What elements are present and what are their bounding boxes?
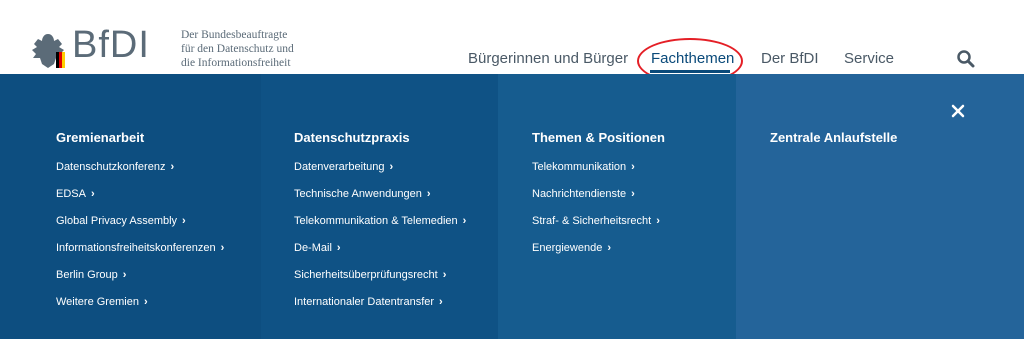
tagline-line: die Informationsfreiheit bbox=[181, 57, 291, 69]
tagline-line: für den Datenschutz und bbox=[181, 43, 294, 55]
menu-link[interactable]: Sicherheitsüberprüfungsrecht › bbox=[294, 269, 446, 281]
menu-link[interactable]: Technische Anwendungen › bbox=[294, 188, 431, 200]
nav-item-service[interactable]: Service bbox=[844, 50, 894, 67]
menu-link[interactable]: Berlin Group › bbox=[56, 269, 126, 281]
menu-link[interactable]: EDSA › bbox=[56, 188, 95, 200]
logo-wordmark: BfDI bbox=[72, 24, 150, 66]
menu-column-datenschutzpraxis: Datenschutzpraxis Datenverarbeitung › Tec… bbox=[261, 74, 498, 339]
menu-column-title[interactable]: Gremienarbeit bbox=[56, 130, 144, 145]
tagline-line: Der Bundesbeauftragte bbox=[181, 29, 288, 41]
menu-column-title[interactable]: Themen & Positionen bbox=[532, 130, 665, 145]
mega-menu: Gremienarbeit Datenschutzkonferenz › EDSA… bbox=[0, 74, 1024, 339]
menu-column-themen-positionen: Themen & Positionen Telekommunikation › N… bbox=[498, 74, 736, 339]
menu-link[interactable]: De-Mail › bbox=[294, 242, 341, 254]
federal-eagle-icon bbox=[32, 34, 65, 68]
nav-item-buergerinnen[interactable]: Bürgerinnen und Bürger bbox=[468, 50, 628, 67]
site-header: BfDI Der Bundesbeauftragte für den Daten… bbox=[0, 0, 1024, 84]
logo-tagline: Der Bundesbeauftragte für den Datenschut… bbox=[181, 28, 294, 70]
menu-link[interactable]: Internationaler Datentransfer › bbox=[294, 296, 443, 308]
menu-link[interactable]: Energiewende › bbox=[532, 242, 611, 254]
menu-link[interactable]: Weitere Gremien › bbox=[56, 296, 148, 308]
menu-link[interactable]: Global Privacy Assembly › bbox=[56, 215, 186, 227]
menu-link[interactable]: Datenschutzkonferenz › bbox=[56, 161, 174, 173]
menu-column-zentrale-anlaufstelle: Zentrale Anlaufstelle bbox=[736, 74, 1024, 339]
close-icon[interactable] bbox=[951, 104, 965, 118]
menu-link[interactable]: Informationsfreiheitskonferenzen › bbox=[56, 242, 224, 254]
menu-link[interactable]: Telekommunikation › bbox=[532, 161, 635, 173]
nav-item-der-bfdi[interactable]: Der BfDI bbox=[761, 50, 819, 67]
menu-column-title[interactable]: Datenschutzpraxis bbox=[294, 130, 410, 145]
menu-link[interactable]: Nachrichtendienste › bbox=[532, 188, 635, 200]
bfdi-logo[interactable]: BfDI bbox=[28, 24, 168, 70]
menu-link[interactable]: Telekommunikation & Telemedien › bbox=[294, 215, 466, 227]
menu-column-gremienarbeit: Gremienarbeit Datenschutzkonferenz › EDSA… bbox=[0, 74, 261, 339]
menu-link[interactable]: Straf- & Sicherheitsrecht › bbox=[532, 215, 660, 227]
menu-column-title[interactable]: Zentrale Anlaufstelle bbox=[770, 130, 897, 145]
search-icon[interactable] bbox=[957, 50, 975, 68]
menu-link[interactable]: Datenverarbeitung › bbox=[294, 161, 393, 173]
